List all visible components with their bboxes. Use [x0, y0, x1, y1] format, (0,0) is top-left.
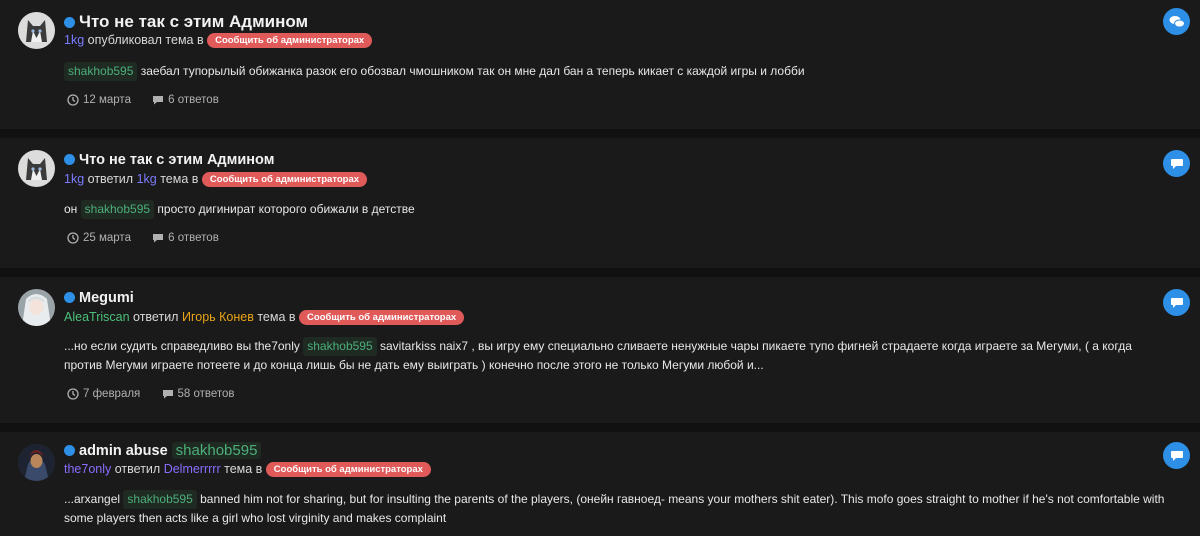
activity-verb: ответил	[114, 462, 161, 476]
online-dot-icon	[64, 17, 75, 28]
chat-bubble-icon	[1170, 158, 1183, 169]
online-dot-icon	[64, 445, 75, 456]
thread-title[interactable]: Megumi	[64, 290, 134, 306]
activity-verb: опубликовал тема в	[87, 33, 204, 47]
activity-card: admin abuse shakhob595 the7only ответил …	[0, 432, 1200, 536]
thread-title-text[interactable]: Что не так с этим Админом	[79, 152, 274, 168]
activity-verb: ответил	[87, 172, 134, 186]
date-text: 7 февраля	[83, 388, 141, 400]
forum-badge[interactable]: Сообщить об администраторах	[207, 33, 373, 48]
thread-title-text[interactable]: Megumi	[79, 290, 134, 306]
avatar-anime[interactable]	[18, 289, 55, 326]
user-link[interactable]: 1kg	[64, 33, 84, 47]
online-dot-icon	[64, 154, 75, 165]
thread-title[interactable]: admin abuse shakhob595	[64, 442, 262, 459]
replies-text: 6 ответов	[168, 232, 219, 244]
snippet-text: просто дигинират которого обижали в детс…	[157, 202, 415, 216]
forum-badge[interactable]: Сообщить об администраторах	[265, 462, 431, 477]
date-text: 12 марта	[83, 94, 131, 106]
thread-title[interactable]: Что не так с этим Админом	[64, 152, 274, 168]
post-stats: 25 марта 6 ответов	[67, 232, 237, 247]
comment-icon	[153, 234, 164, 243]
snippet-text: ...но если судить справедливо вы the7onl…	[64, 339, 300, 353]
activity-meta: 1kg опубликовал тема в Сообщить об админ…	[64, 33, 373, 48]
activity-feed: Что не так с этим Админом 1kg опубликова…	[0, 0, 1200, 536]
thread-title[interactable]: Что не так с этим Админом	[64, 12, 308, 32]
user-mention[interactable]: shakhob595	[171, 442, 262, 459]
clock-icon	[67, 94, 79, 106]
replies-text: 58 ответов	[177, 388, 235, 400]
user-mention[interactable]: shakhob595	[64, 62, 138, 81]
activity-card: Megumi AleaTriscan ответил Игорь Конев т…	[0, 277, 1200, 432]
user-link[interactable]: Delmerrrrr	[164, 462, 221, 476]
post-snippet: shakhob595 заебал тупорылый обижанка раз…	[64, 62, 1170, 81]
snippet-text: он	[64, 202, 78, 216]
avatar-hero[interactable]	[18, 444, 55, 481]
user-link[interactable]: 1kg	[64, 172, 84, 186]
snippet-text: banned him not for sharing, but for insu…	[64, 492, 1165, 525]
thread-title-text[interactable]: admin abuse	[79, 443, 168, 459]
clock-icon	[67, 232, 79, 244]
user-link[interactable]: the7only	[64, 462, 111, 476]
post-date: 12 марта	[67, 94, 131, 106]
clock-icon	[67, 388, 79, 400]
chat-bubble-icon	[1169, 15, 1185, 27]
chat-bubble-icon	[1170, 450, 1183, 461]
forum-badge[interactable]: Сообщить об администраторах	[299, 310, 465, 325]
replies-text: 6 ответов	[168, 94, 219, 106]
activity-meta: the7only ответил Delmerrrrr тема в Сообщ…	[64, 462, 431, 477]
post-snippet: ...arxangel shakhob595 banned him not fo…	[64, 490, 1170, 528]
snippet-text: заебал тупорылый обижанка разок его обоз…	[140, 64, 805, 78]
user-link[interactable]: 1kg	[137, 172, 157, 186]
post-date: 25 марта	[67, 232, 131, 244]
activity-verb: тема в	[224, 462, 263, 476]
post-snippet: он shakhob595 просто дигинират которого …	[64, 200, 1170, 219]
comment-icon	[153, 96, 164, 105]
activity-card: Что не так с этим Админом 1kg ответил 1k…	[0, 138, 1200, 277]
user-mention[interactable]: shakhob595	[303, 337, 377, 356]
post-snippet: ...но если судить справедливо вы the7onl…	[64, 337, 1170, 375]
user-mention[interactable]: shakhob595	[80, 200, 155, 219]
reply-button[interactable]	[1163, 8, 1190, 35]
online-dot-icon	[64, 292, 75, 303]
reply-count: 58 ответов	[162, 388, 235, 400]
avatar-husky[interactable]	[18, 150, 55, 187]
activity-meta: AleaTriscan ответил Игорь Конев тема в С…	[64, 310, 465, 325]
activity-meta: 1kg ответил 1kg тема в Сообщить об админ…	[64, 172, 368, 187]
user-mention[interactable]: shakhob595	[123, 490, 197, 509]
activity-verb: ответил	[133, 310, 179, 324]
post-stats: 12 марта 6 ответов	[67, 94, 237, 109]
post-date: 7 февраля	[67, 388, 140, 400]
reply-count: 6 ответов	[152, 94, 219, 106]
post-stats: 7 февраля 58 ответов	[67, 388, 253, 403]
reply-count: 6 ответов	[152, 232, 219, 244]
user-link[interactable]: AleaTriscan	[64, 310, 130, 324]
date-text: 25 марта	[83, 232, 131, 244]
reply-button[interactable]	[1163, 289, 1190, 316]
activity-card: Что не так с этим Админом 1kg опубликова…	[0, 0, 1200, 138]
reply-button[interactable]	[1163, 442, 1190, 469]
activity-verb: тема в	[257, 310, 296, 324]
user-link[interactable]: Игорь Конев	[182, 310, 254, 324]
reply-button[interactable]	[1163, 150, 1190, 177]
comment-icon	[162, 390, 173, 399]
activity-verb: тема в	[160, 172, 199, 186]
chat-bubble-icon	[1170, 297, 1183, 308]
forum-badge[interactable]: Сообщить об администраторах	[201, 172, 368, 187]
thread-title-text[interactable]: Что не так с этим Админом	[79, 12, 308, 31]
snippet-text: ...arxangel	[64, 492, 121, 506]
avatar-husky[interactable]	[18, 12, 55, 49]
